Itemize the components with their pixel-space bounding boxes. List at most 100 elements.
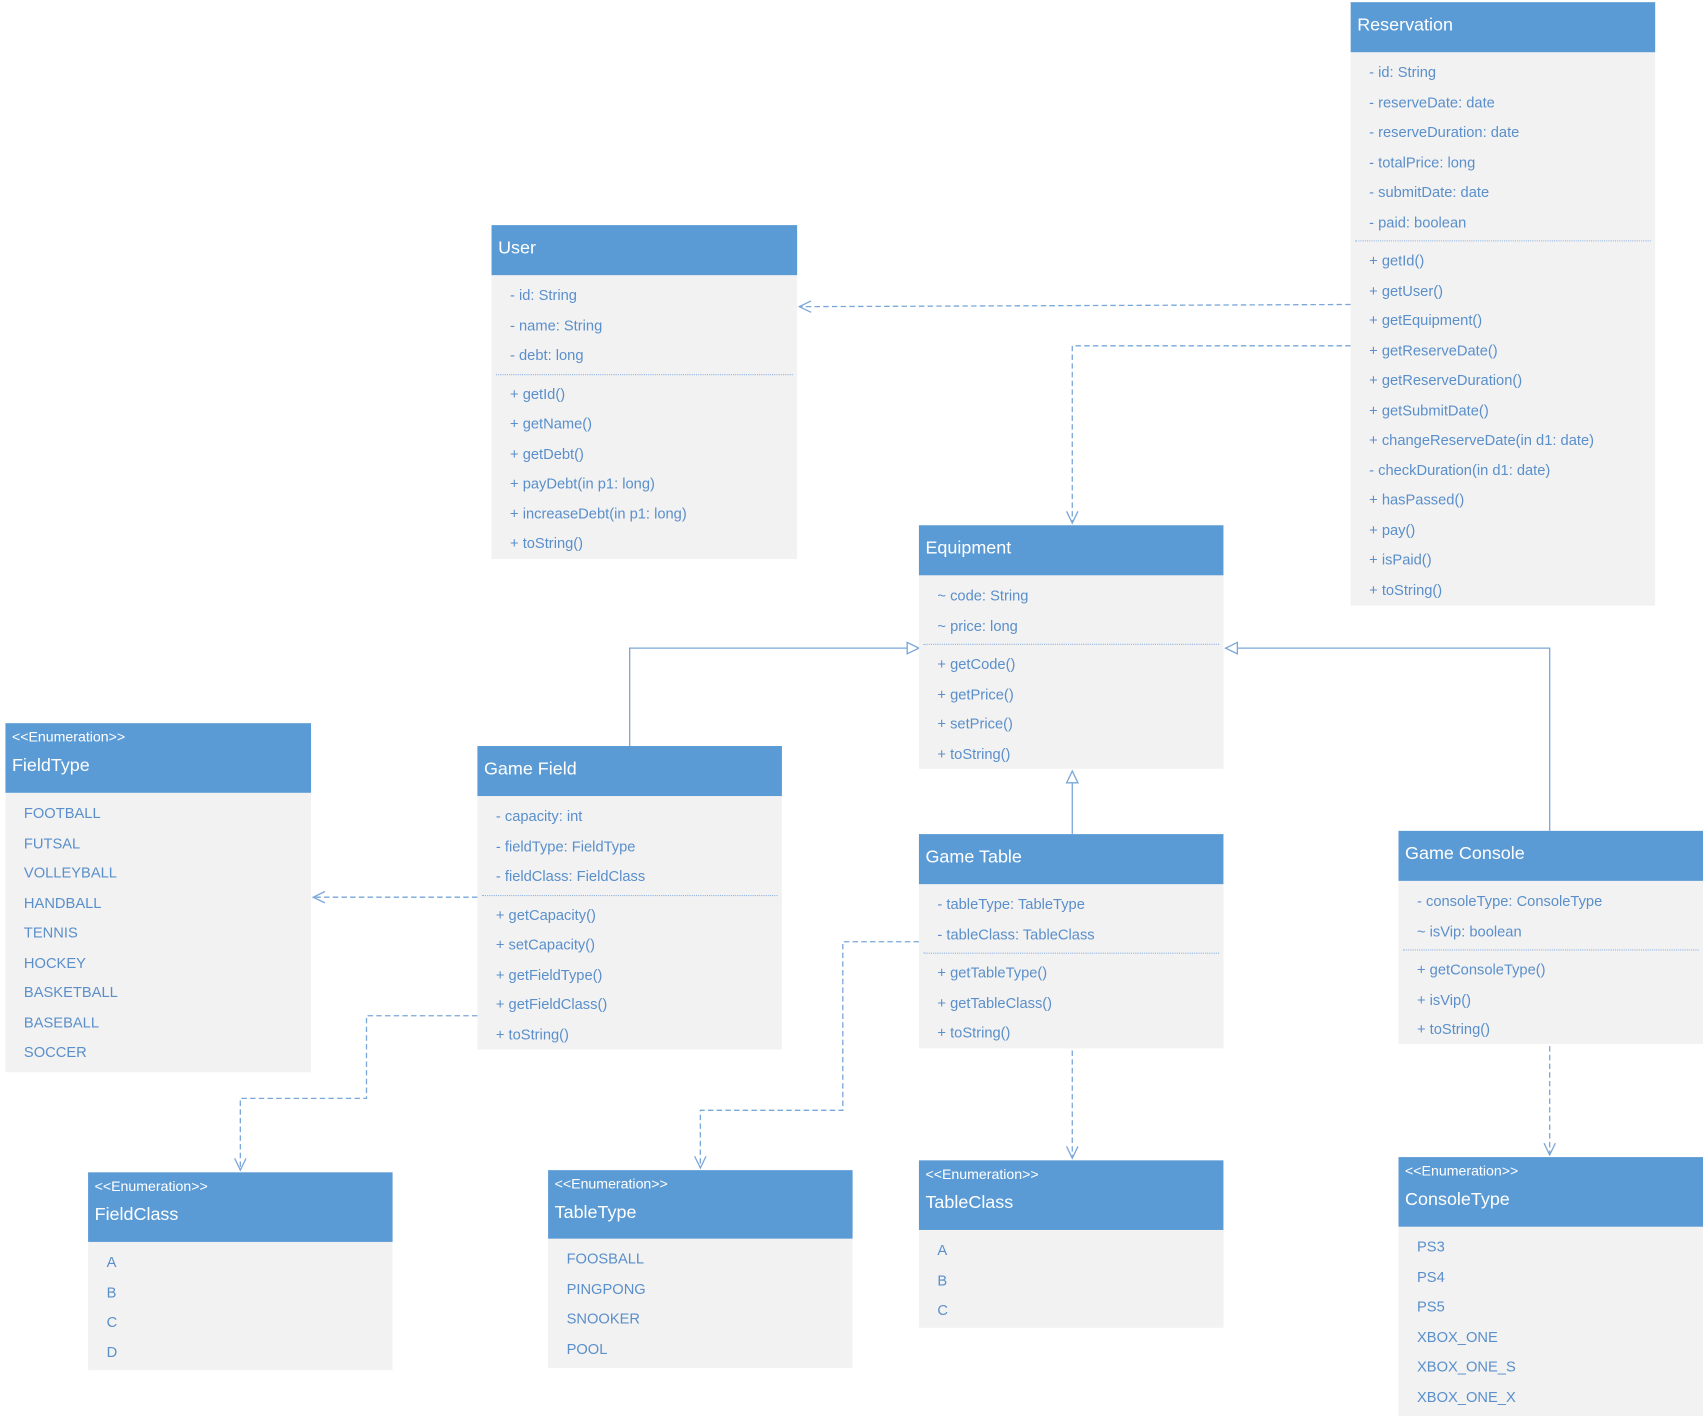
enum-literal: A xyxy=(106,1253,117,1271)
method: + getReserveDuration() xyxy=(1369,371,1523,389)
class-table-type[interactable]: <<Enumeration>> TableType FOOSBALL PINGPONG… xyxy=(548,1170,853,1369)
stereotype-label: <<Enumeration>> xyxy=(11,728,126,745)
enum-literal: B xyxy=(937,1271,948,1289)
enum-literal: VOLLEYBALL xyxy=(23,864,117,881)
class-name: TableType xyxy=(554,1202,637,1223)
divider xyxy=(495,373,793,375)
enum-literal: PS3 xyxy=(1417,1238,1445,1255)
enum-literal: A xyxy=(937,1241,948,1259)
attribute: - submitDate: date xyxy=(1369,183,1490,201)
class-header: <<Enumeration>> FieldType xyxy=(5,723,312,793)
enum-literal: PS5 xyxy=(1417,1298,1445,1315)
method: + toString() xyxy=(937,1024,1011,1041)
method: + toString() xyxy=(495,1026,569,1043)
method: + getConsoleType() xyxy=(1417,961,1546,978)
divider xyxy=(923,643,1220,645)
method: + getEquipment() xyxy=(1369,312,1483,329)
enum-literal: PINGPONG xyxy=(566,1280,646,1297)
method: + increaseDebt(in p1: long) xyxy=(510,505,687,522)
method: + isPaid() xyxy=(1369,551,1432,568)
attribute: - totalPrice: long xyxy=(1369,153,1476,171)
enum-literal: D xyxy=(106,1343,118,1360)
dependency-reservation-to-user xyxy=(799,303,1351,308)
class-user[interactable]: User - id: String - name: String - debt: lo… xyxy=(491,225,798,559)
attribute: - tableClass: TableClass xyxy=(937,926,1095,943)
method: + setCapacity() xyxy=(495,936,596,953)
attribute: - consoleType: ConsoleType xyxy=(1417,892,1603,910)
hollow-triangle-arrow-icon xyxy=(1065,769,1079,784)
class-name: Equipment xyxy=(925,538,1012,558)
class-header: User xyxy=(491,225,798,276)
method: + payDebt(in p1: long) xyxy=(510,475,655,492)
attribute: - paid: boolean xyxy=(1369,213,1467,231)
class-header: Game Table xyxy=(918,834,1224,885)
method: + setPrice() xyxy=(937,715,1013,732)
attribute: - fieldClass: FieldClass xyxy=(495,867,646,885)
method: + getSubmitDate() xyxy=(1369,401,1489,419)
class-name: ConsoleType xyxy=(1405,1189,1510,1210)
method: + toString() xyxy=(937,745,1011,762)
class-console-type[interactable]: <<Enumeration>> ConsoleType PS3 PS4 PS5 XBOX_… xyxy=(1398,1157,1704,1416)
attribute: - debt: long xyxy=(510,346,584,364)
class-equipment[interactable]: Equipment ~ code: String ~ price: long + ge… xyxy=(918,525,1224,769)
enum-literal: BASEBALL xyxy=(23,1014,100,1031)
enum-literal: C xyxy=(937,1301,949,1319)
uml-class-diagram: Reservation - id: String - reserveDate: da… xyxy=(0,0,1705,1418)
enum-literal: POOL xyxy=(566,1340,608,1357)
divider xyxy=(923,952,1220,954)
method: + getPrice() xyxy=(937,685,1014,702)
method: + changeReserveDate(in d1: date) xyxy=(1369,431,1595,449)
class-name: FieldClass xyxy=(94,1204,179,1225)
dependency-reservation-to-equipment xyxy=(1071,345,1351,524)
generalization-game-field-to-equipment xyxy=(629,647,919,747)
class-header: Game Console xyxy=(1398,830,1704,881)
method: - checkDuration(in d1: date) xyxy=(1369,461,1551,478)
enum-literal: PS4 xyxy=(1417,1268,1445,1285)
class-header: Game Field xyxy=(477,746,782,797)
class-name: TableClass xyxy=(925,1192,1014,1213)
class-name: Game Table xyxy=(925,847,1022,867)
enum-literal: FOOTBALL xyxy=(23,804,101,822)
class-name: Reservation xyxy=(1357,15,1453,35)
method: + getReserveDate() xyxy=(1369,342,1498,359)
class-name: User xyxy=(498,238,536,258)
class-game-console[interactable]: Game Console - consoleType: ConsoleType ~ … xyxy=(1398,830,1704,1044)
stereotype-label: <<Enumeration>> xyxy=(94,1177,208,1195)
attribute: - id: String xyxy=(510,287,577,304)
method: + toString() xyxy=(510,535,584,552)
method: + getTableClass() xyxy=(937,994,1053,1011)
class-game-table[interactable]: Game Table - tableType: TableType - tableC… xyxy=(918,834,1224,1049)
attribute: - name: String xyxy=(510,317,603,334)
enum-literal: HOCKEY xyxy=(23,954,86,971)
class-game-field[interactable]: Game Field - capacity: int - fieldType: Fi… xyxy=(477,746,782,1050)
method: + getTableType() xyxy=(937,964,1048,981)
class-header: <<Enumeration>> FieldClass xyxy=(88,1172,393,1242)
method: + pay() xyxy=(1369,521,1416,538)
attribute: ~ price: long xyxy=(937,617,1018,634)
divider xyxy=(481,894,778,896)
method: + getCapacity() xyxy=(495,906,596,923)
hollow-triangle-arrow-icon xyxy=(1224,641,1239,655)
enum-literal: B xyxy=(106,1283,117,1301)
class-reservation[interactable]: Reservation - id: String - reserveDate: da… xyxy=(1350,2,1656,606)
enum-literal: SOCCER xyxy=(23,1044,87,1061)
enum-literal: FOOSBALL xyxy=(566,1250,645,1267)
enum-literal: HANDBALL xyxy=(23,894,102,911)
class-field-class[interactable]: <<Enumeration>> FieldClass A B C D xyxy=(88,1172,393,1371)
attribute: ~ isVip: boolean xyxy=(1417,922,1522,940)
attribute: - fieldType: FieldType xyxy=(495,837,636,855)
method: + getUser() xyxy=(1369,282,1444,299)
method: + getFieldClass() xyxy=(495,996,608,1013)
enum-literal: BASKETBALL xyxy=(23,984,118,1001)
enum-literal: SNOOKER xyxy=(566,1310,641,1327)
class-field-type[interactable]: <<Enumeration>> FieldType FOOTBALL FUTSAL VO… xyxy=(5,723,312,1073)
enum-literal: XBOX_ONE_X xyxy=(1417,1388,1516,1405)
method: + getName() xyxy=(510,415,593,432)
class-header: <<Enumeration>> ConsoleType xyxy=(1398,1157,1704,1227)
class-header: <<Enumeration>> TableType xyxy=(548,1170,853,1239)
method: + getId() xyxy=(1369,252,1425,269)
class-table-class[interactable]: <<Enumeration>> TableClass A B C xyxy=(918,1160,1224,1328)
stereotype-label: <<Enumeration>> xyxy=(554,1175,668,1192)
attribute: ~ code: String xyxy=(937,587,1029,604)
enum-literal: TENNIS xyxy=(23,924,78,941)
